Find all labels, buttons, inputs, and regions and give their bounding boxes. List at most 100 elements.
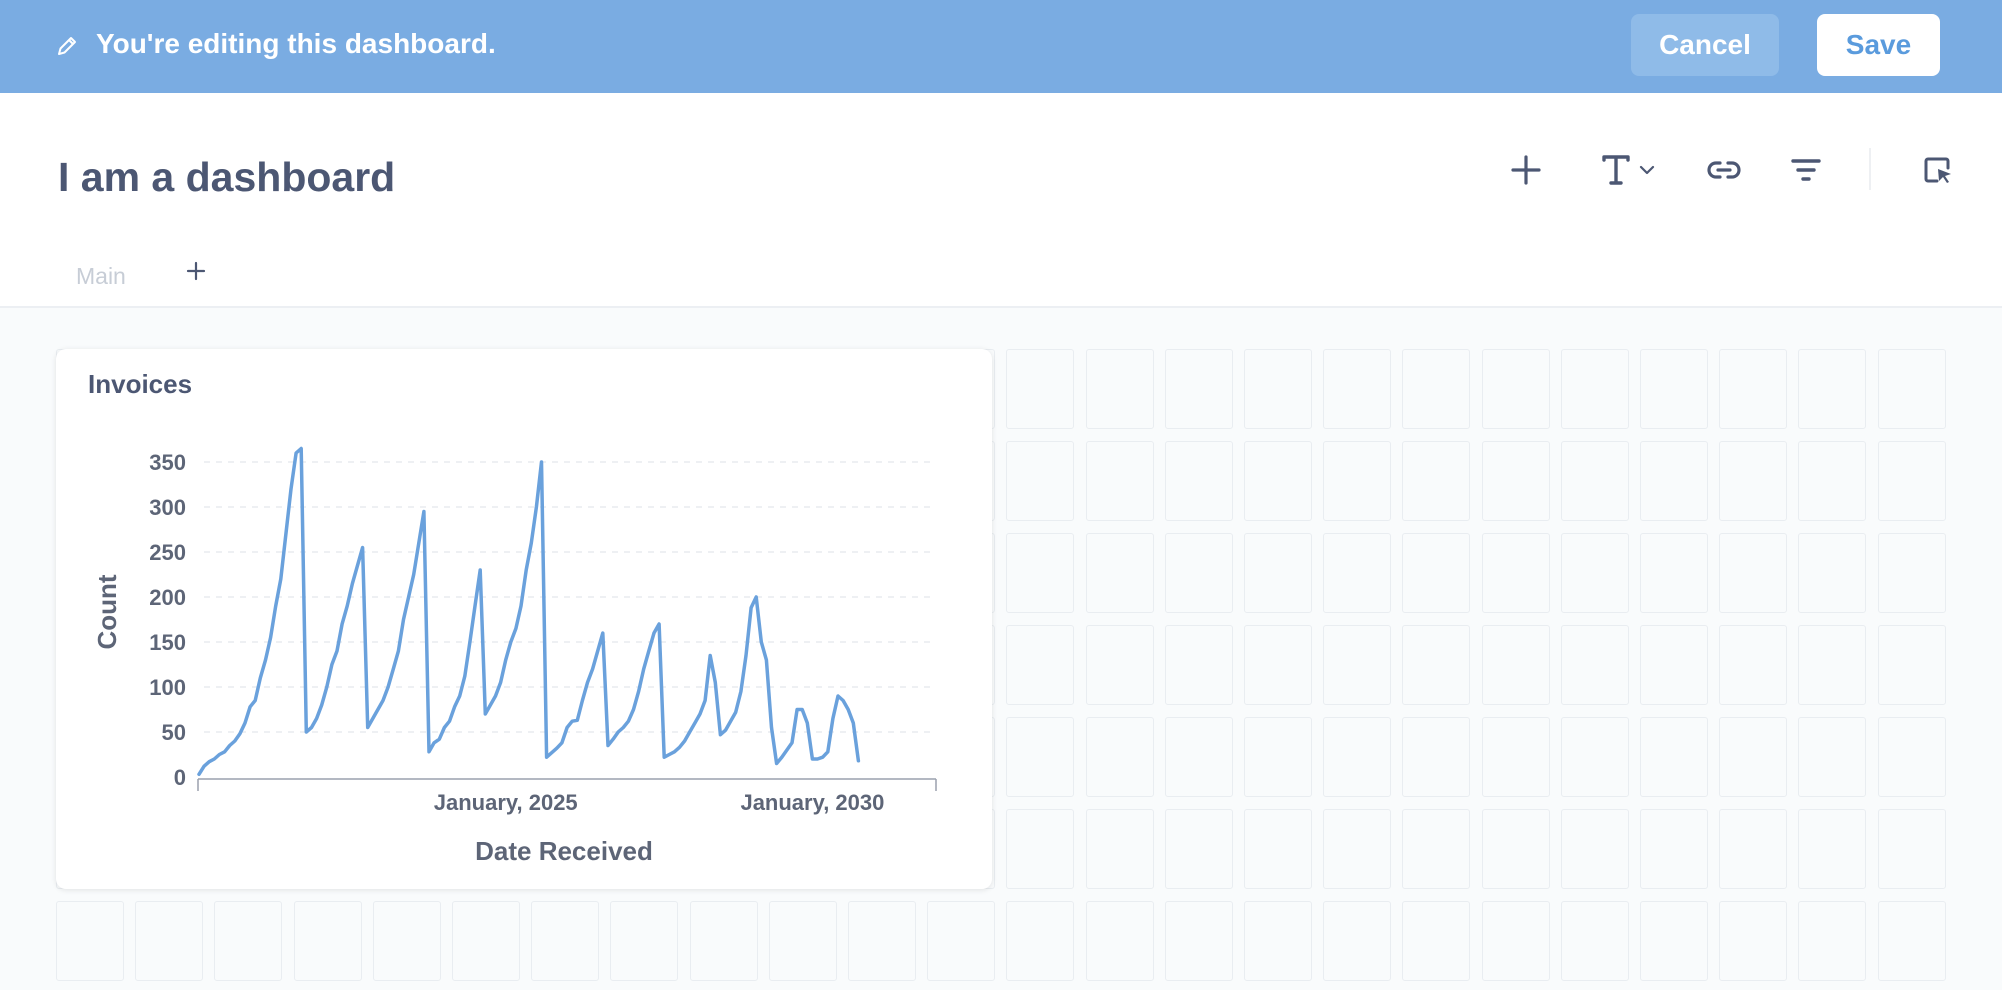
add-text-button[interactable] <box>1596 148 1660 192</box>
grid-cell <box>1006 809 1075 889</box>
grid-cell <box>1244 901 1312 981</box>
grid-cell <box>1085 809 1154 889</box>
grid-cell <box>1402 625 1471 705</box>
grid-cell <box>1402 533 1471 613</box>
grid-cell <box>1560 349 1629 429</box>
grid-cell <box>1006 441 1075 521</box>
grid-cell <box>1560 625 1629 705</box>
grid-cell <box>1877 901 1946 981</box>
grid-cell <box>1640 349 1708 429</box>
y-tick-label: 300 <box>149 495 186 520</box>
grid-cell <box>1640 809 1708 889</box>
add-tab-button[interactable] <box>183 258 209 284</box>
line-chart: 0 50 100 150 200 250 300 350 January, 2025 Januar… <box>92 446 937 866</box>
pencil-icon <box>55 34 79 58</box>
grid-cell <box>1798 349 1867 429</box>
grid-cell <box>1085 441 1154 521</box>
grid-cell <box>1640 717 1708 797</box>
grid-cell <box>1085 533 1154 613</box>
x-axis-label: Date Received <box>475 836 653 866</box>
y-tick-label: 350 <box>149 450 186 475</box>
grid-cell <box>927 901 996 981</box>
edit-mode-banner: You're editing this dashboard. Cancel Sa… <box>0 0 2002 93</box>
save-button[interactable]: Save <box>1817 14 1940 76</box>
grid-cell <box>1164 809 1233 889</box>
y-axis-label: Count <box>92 574 122 649</box>
grid-cell <box>1164 717 1233 797</box>
grid-cell <box>1323 349 1392 429</box>
toolbar-divider <box>1869 148 1871 190</box>
y-tick-label: 200 <box>149 585 186 610</box>
grid-cell <box>1323 441 1392 521</box>
select-cursor-button[interactable] <box>1920 148 1956 192</box>
grid-cell <box>1244 533 1312 613</box>
grid-cell <box>1402 349 1471 429</box>
grid-cell <box>1085 901 1154 981</box>
grid-cell <box>1323 717 1392 797</box>
grid-cell <box>56 901 124 981</box>
grid-cell <box>1244 809 1312 889</box>
grid-cell <box>1640 901 1708 981</box>
grid-cell <box>1640 441 1708 521</box>
grid-cell <box>372 901 441 981</box>
y-tick-label: 150 <box>149 630 186 655</box>
grid-cell <box>1006 901 1075 981</box>
grid-cell <box>1006 349 1075 429</box>
grid-cell <box>1323 809 1392 889</box>
grid-cell <box>1560 809 1629 889</box>
grid-cell <box>1244 441 1312 521</box>
dashcard-invoices[interactable]: Invoices 0 50 100 150 200 250 300 350 January, 2… <box>56 349 992 889</box>
grid-cell <box>1877 533 1946 613</box>
grid-cell <box>689 901 758 981</box>
add-link-button[interactable] <box>1706 148 1742 192</box>
grid-cell <box>1481 349 1550 429</box>
grid-cell <box>1085 717 1154 797</box>
grid-cell <box>1323 901 1392 981</box>
grid-cell <box>1798 533 1867 613</box>
grid-cell <box>1244 349 1312 429</box>
y-tick-label: 0 <box>174 765 186 790</box>
grid-cell <box>1877 809 1946 889</box>
add-filter-button[interactable] <box>1788 148 1824 192</box>
grid-cell <box>848 901 916 981</box>
grid-cell <box>1402 717 1471 797</box>
chevron-down-icon <box>1639 164 1655 176</box>
grid-cell <box>1164 533 1233 613</box>
add-question-button[interactable] <box>1508 148 1544 192</box>
grid-cell <box>1719 533 1788 613</box>
grid-cell <box>1323 533 1392 613</box>
grid-cell <box>1481 809 1550 889</box>
grid-cell <box>293 901 362 981</box>
grid-cell <box>1719 717 1788 797</box>
grid-cell <box>452 901 520 981</box>
grid-cell <box>135 901 204 981</box>
y-tick-label: 50 <box>162 720 186 745</box>
cancel-button[interactable]: Cancel <box>1631 14 1779 76</box>
x-tick-label: January, 2025 <box>434 790 578 815</box>
grid-cell <box>1481 717 1550 797</box>
grid-cell <box>1164 901 1233 981</box>
grid-cell <box>1402 901 1471 981</box>
y-tick-label: 250 <box>149 540 186 565</box>
dashboard-title[interactable]: I am a dashboard <box>58 154 395 201</box>
grid-cell <box>1877 349 1946 429</box>
series-line <box>197 446 861 777</box>
grid-cell <box>1719 349 1788 429</box>
grid-cell <box>1719 901 1788 981</box>
grid-cell <box>1560 717 1629 797</box>
grid-cell <box>1085 625 1154 705</box>
grid-cell <box>1640 625 1708 705</box>
grid-cell <box>1481 625 1550 705</box>
grid-cell <box>1877 717 1946 797</box>
y-tick-label: 100 <box>149 675 186 700</box>
text-icon <box>1601 154 1631 186</box>
x-tick-label: January, 2030 <box>740 790 884 815</box>
grid-cell <box>1719 809 1788 889</box>
grid-cell <box>1164 625 1233 705</box>
grid-cell <box>1164 441 1233 521</box>
grid-cell <box>1798 809 1867 889</box>
grid-cell <box>1085 349 1154 429</box>
grid-cell <box>1164 349 1233 429</box>
grid-cell <box>1481 901 1550 981</box>
tab-main[interactable]: Main <box>76 263 126 290</box>
